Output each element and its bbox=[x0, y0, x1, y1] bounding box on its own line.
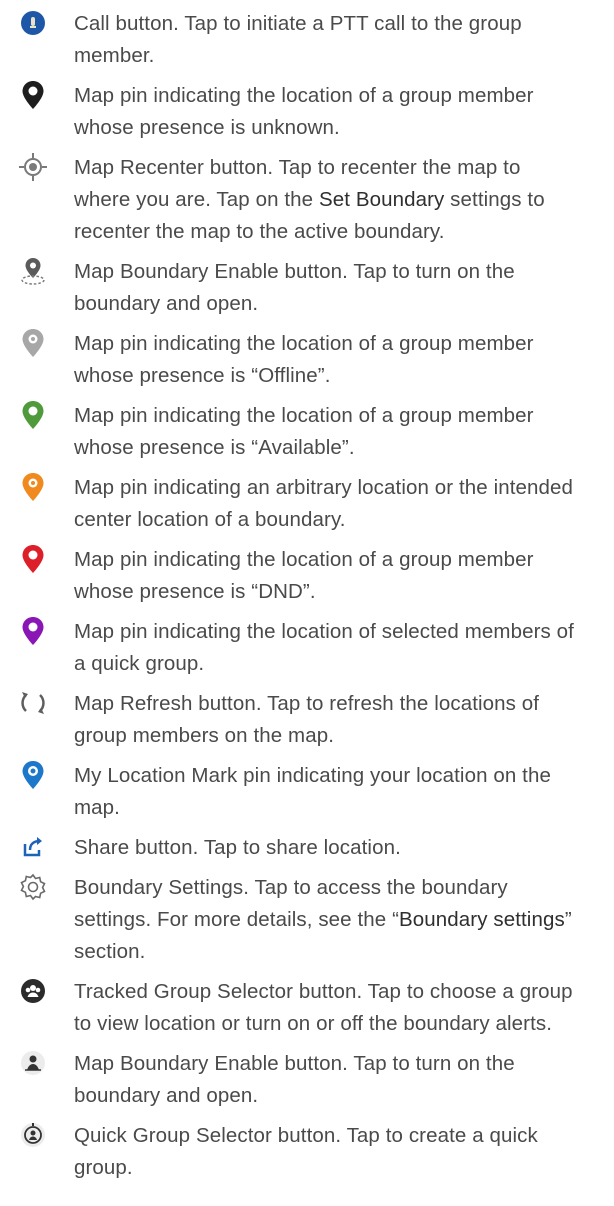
tracked-group-selector-icon bbox=[18, 976, 48, 1006]
map-pin-arbitrary-icon bbox=[18, 472, 48, 502]
map-pin-available-icon bbox=[18, 400, 48, 430]
legend-item-text: Tracked Group Selector button. Tap to ch… bbox=[74, 980, 573, 1035]
map-pin-quick-group-icon bbox=[18, 616, 48, 646]
legend-item-text: Call button. Tap to initiate a PTT call … bbox=[74, 12, 522, 67]
legend-item-text: Map pin indicating the location of a gro… bbox=[74, 548, 534, 603]
boundary-enable-button-icon bbox=[18, 1048, 48, 1078]
my-location-pin-icon bbox=[18, 760, 48, 790]
share-icon bbox=[18, 832, 48, 862]
legend-item-text: Map Recenter button. Tap to recenter the… bbox=[74, 156, 545, 243]
set-boundary-label: Set Boundary bbox=[318, 188, 445, 211]
quick-group-selector-icon bbox=[18, 1120, 48, 1150]
legend-item-text: Map Boundary Enable button. Tap to turn … bbox=[74, 260, 515, 315]
map-pin-dnd-icon bbox=[18, 544, 48, 574]
recenter-icon bbox=[18, 152, 48, 182]
map-pin-offline-icon bbox=[18, 328, 48, 358]
legend-item-text: Map pin indicating the location of selec… bbox=[74, 620, 574, 675]
legend-item-text: Quick Group Selector button. Tap to crea… bbox=[74, 1124, 538, 1179]
call-button-icon bbox=[18, 8, 48, 38]
boundary-enable-pin-icon bbox=[18, 256, 48, 286]
legend-item-text: My Location Mark pin indicating your loc… bbox=[74, 764, 551, 819]
map-pin-unknown-icon bbox=[18, 80, 48, 110]
legend-item-text: Map pin indicating the location of a gro… bbox=[74, 84, 534, 139]
boundary-settings-label: Boundary settings bbox=[399, 908, 565, 931]
refresh-icon bbox=[18, 688, 48, 718]
legend-item-text: Boundary Settings. Tap to access the bou… bbox=[74, 876, 572, 963]
legend-item-text: Map pin indicating the location of a gro… bbox=[74, 332, 534, 387]
legend-item-text: Map pin indicating the location of a gro… bbox=[74, 404, 534, 459]
settings-gear-icon bbox=[18, 872, 48, 902]
legend-item-text: Map Refresh button. Tap to refresh the l… bbox=[74, 692, 540, 747]
legend-item-text: Share button. Tap to share location. bbox=[74, 836, 401, 859]
legend-item-text: Map Boundary Enable button. Tap to turn … bbox=[74, 1052, 515, 1107]
legend-item-text: Map pin indicating an arbitrary location… bbox=[74, 476, 574, 531]
